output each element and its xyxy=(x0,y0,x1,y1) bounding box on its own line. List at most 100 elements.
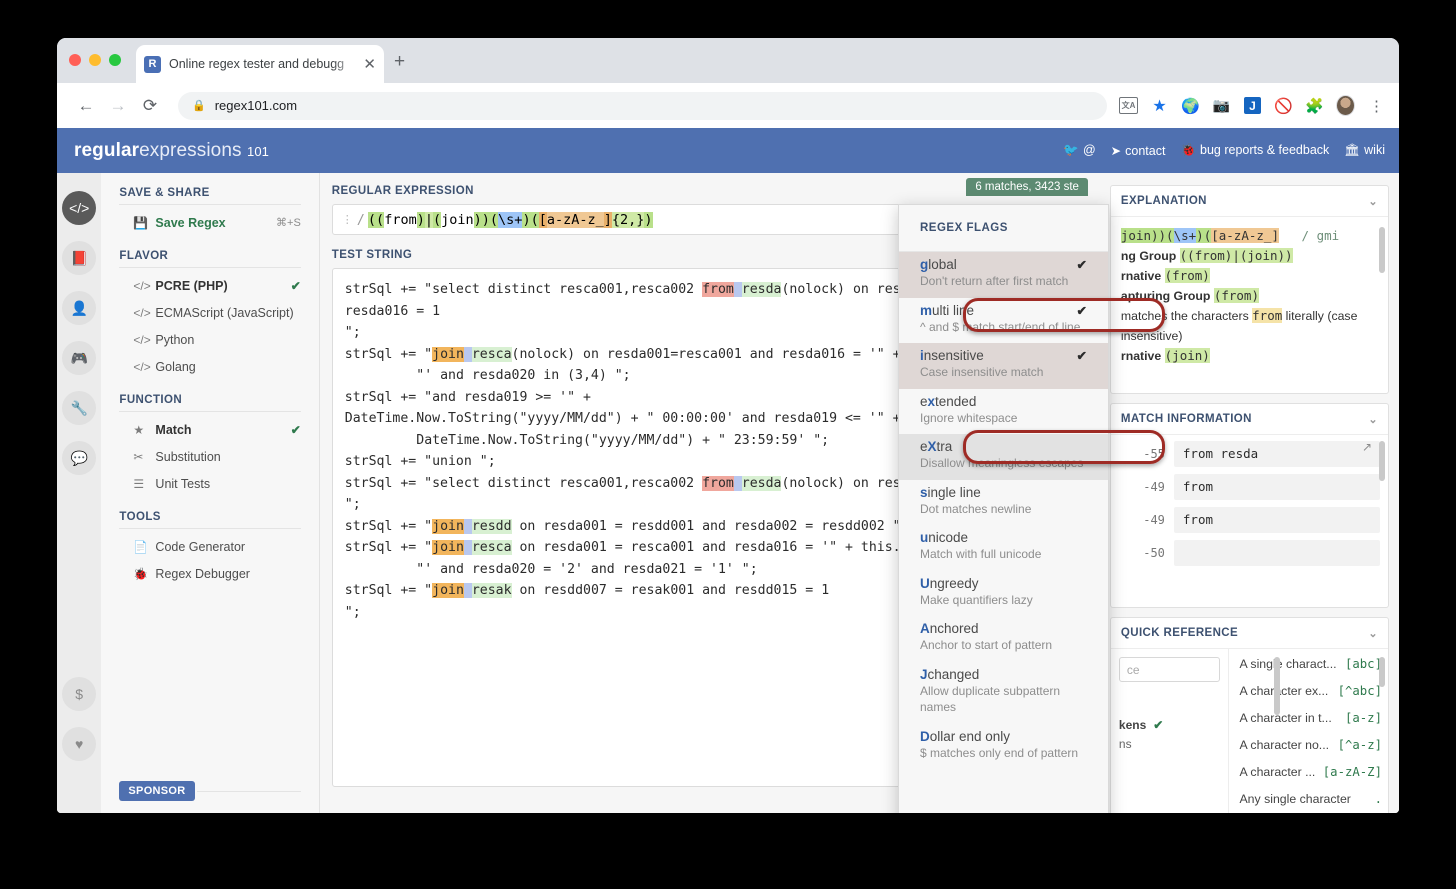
code-icon[interactable]: </> xyxy=(62,191,97,225)
close-window-button[interactable] xyxy=(69,54,81,66)
profile-avatar[interactable] xyxy=(1336,95,1355,116)
flag-name-prefix: e xyxy=(920,439,928,454)
nav-contact[interactable]: ➤ contact xyxy=(1111,143,1166,158)
match-highlight: join xyxy=(432,518,464,534)
chevron-down-icon[interactable]: ⌄ xyxy=(1368,195,1378,208)
quick-reference-option-tokens[interactable]: kens ✔ xyxy=(1119,718,1221,732)
export-matches-icon[interactable]: ↗ xyxy=(1362,440,1372,454)
bookmark-star-icon[interactable]: ★ xyxy=(1150,96,1169,115)
camera-extension-icon[interactable]: 📷 xyxy=(1212,96,1231,115)
back-button[interactable]: ← xyxy=(70,96,102,116)
flag-key: m xyxy=(920,302,933,318)
explanation-header[interactable]: EXPLANATION ⌄ xyxy=(1110,186,1388,217)
function-item-substitution[interactable]: ✂ Substitution xyxy=(119,443,300,470)
floppy-icon: 💾 xyxy=(133,215,149,230)
site-logo[interactable]: regularexpressions 101 xyxy=(74,140,269,162)
flag-key: X xyxy=(927,439,937,454)
flag-option-multi-line[interactable]: m ulti line ✔ ^ and $ match start/end of li… xyxy=(899,298,1108,344)
quick-reference-row[interactable]: A character no... [^a-z] xyxy=(1239,738,1382,765)
flag-option-extra[interactable]: e Xtra Disallow meaningless escapes xyxy=(899,434,1108,480)
flag-option-dollar-end-only[interactable]: Dollar end only $ matches only end of pat… xyxy=(899,724,1108,770)
flag-option-single-line[interactable]: s ingle line Dot matches newline xyxy=(899,480,1108,526)
test-text: strSql += " xyxy=(344,518,433,534)
quick-reference-row[interactable]: Any single character. xyxy=(1239,792,1382,813)
flavor-item-golang[interactable]: </> Golang xyxy=(119,353,300,380)
quick-reference-token: [^a-z] xyxy=(1337,738,1382,752)
flag-description: Disallow meaningless escapes xyxy=(920,456,1084,470)
tool-item-regex-debugger[interactable]: 🐞 Regex Debugger xyxy=(119,560,300,587)
flag-description: Anchor to start of pattern xyxy=(920,638,1053,652)
flag-option-jchanged[interactable]: Jchanged Allow duplicate subpattern names xyxy=(899,662,1108,724)
lock-icon: 🔒 xyxy=(192,100,206,112)
quick-reference-row[interactable]: A character in t... [a-z] xyxy=(1239,711,1382,738)
flag-description: Allow duplicate subpattern names xyxy=(920,683,1061,715)
match-row[interactable]: -55 from resda xyxy=(1119,441,1380,467)
nav-twitter[interactable]: 🐦 @ xyxy=(1063,143,1095,158)
bug-icon: 🐞 xyxy=(1180,143,1197,157)
function-item-unit-tests[interactable]: ☰ Unit Tests xyxy=(119,470,300,497)
chevron-down-icon[interactable]: ⌄ xyxy=(1368,627,1378,640)
code-icon: </> xyxy=(133,332,151,347)
flavor-item-ecmascript[interactable]: </> ECMAScript (JavaScript) xyxy=(119,299,300,326)
heart-icon[interactable]: ♥ xyxy=(62,727,97,761)
globe-extension-icon[interactable]: 🌍 xyxy=(1181,96,1200,115)
maximize-window-button[interactable] xyxy=(109,54,121,66)
chevron-down-icon[interactable]: ⌄ xyxy=(1368,413,1378,426)
minimize-window-button[interactable] xyxy=(89,54,101,66)
flag-option-ungreedy[interactable]: Ungreedy Make quantifiers lazy xyxy=(899,571,1108,617)
wrench-icon[interactable]: 🔧 xyxy=(62,391,97,425)
close-tab-icon[interactable]: ✕ xyxy=(363,57,376,72)
match-row[interactable]: -50 xyxy=(1119,540,1380,566)
tool-item-code-generator[interactable]: 📄 Code Generator xyxy=(119,533,300,560)
match-highlight: from xyxy=(702,475,734,491)
chat-icon[interactable]: 💬 xyxy=(62,441,97,475)
nav-bug-reports[interactable]: 🐞 bug reports & feedback xyxy=(1180,143,1329,158)
j-extension-icon[interactable]: J xyxy=(1243,96,1262,115)
save-shortcut: ⌘+S xyxy=(276,217,301,229)
quick-reference-row[interactable]: A single charact... [abc] xyxy=(1239,657,1382,684)
match-information-header[interactable]: MATCH INFORMATION ⌄ xyxy=(1110,404,1388,435)
explanation-scrollbar[interactable] xyxy=(1379,227,1385,273)
nav-wiki[interactable]: 🏛 wiki xyxy=(1344,143,1385,158)
browser-tab[interactable]: R Online regex tester and debugg ✕ xyxy=(136,45,384,83)
flag-option-anchored[interactable]: Anchored Anchor to start of pattern xyxy=(899,616,1108,662)
reload-button[interactable]: ⟳ xyxy=(134,96,166,116)
match-row[interactable]: -49 from xyxy=(1119,507,1380,533)
donate-icon[interactable]: $ xyxy=(62,677,97,711)
match-row[interactable]: -49 from xyxy=(1119,474,1380,500)
quick-reference-left-scrollbar[interactable] xyxy=(1274,657,1280,715)
flag-option-global[interactable]: g lobal ✔ Don't return after first match xyxy=(899,252,1108,298)
desktop-background: R Online regex tester and debugg ✕ + ← →… xyxy=(0,0,1456,889)
save-regex-button[interactable]: 💾 Save Regex ⌘+S xyxy=(119,209,300,236)
new-tab-button[interactable]: + xyxy=(394,52,405,71)
match-info-scrollbar[interactable] xyxy=(1379,441,1385,481)
translate-icon[interactable]: 文A xyxy=(1119,96,1138,115)
quick-reference-option-secondary[interactable]: ns xyxy=(1119,737,1221,751)
flag-option-extended[interactable]: e x tended Ignore whitespace xyxy=(899,389,1108,435)
flag-option-unicode[interactable]: u nicode Match with full unicode xyxy=(899,525,1108,571)
quick-reference-row[interactable]: A character ex... [^abc] xyxy=(1239,684,1382,711)
scissors-icon: ✂ xyxy=(133,449,144,464)
quick-reference-header[interactable]: QUICK REFERENCE ⌄ xyxy=(1110,618,1388,649)
puzzle-extensions-icon[interactable]: 🧩 xyxy=(1305,96,1324,115)
quick-reference-scrollbar[interactable] xyxy=(1379,657,1385,687)
gamepad-icon[interactable]: 🎮 xyxy=(62,341,97,375)
window-traffic-lights[interactable] xyxy=(69,54,121,66)
library-icon[interactable]: 📕 xyxy=(62,241,97,275)
match-highlight: join xyxy=(432,583,464,598)
account-icon[interactable]: 👤 xyxy=(62,291,97,325)
function-item-match[interactable]: ★ Match ✔ xyxy=(119,416,300,443)
flag-option-insensitive[interactable]: i nsensitive ✔ Case insensitive match xyxy=(899,343,1108,389)
forward-button[interactable]: → xyxy=(102,96,134,116)
flavor-item-pcre[interactable]: </> PCRE (PHP) ✔ xyxy=(119,272,300,299)
chrome-menu-icon[interactable]: ⋮ xyxy=(1367,96,1386,115)
sponsor-badge[interactable]: SPONSOR xyxy=(119,781,195,801)
regex-flags-dropdown[interactable]: REGEX FLAGS g lobal ✔ Don't return after fi… xyxy=(898,204,1109,813)
blocker-extension-icon[interactable]: 🚫 xyxy=(1274,96,1293,115)
drag-handle-icon[interactable]: ⋮ xyxy=(342,213,353,226)
address-bar[interactable]: 🔒 regex101.com xyxy=(178,91,1107,120)
match-highlight: resak xyxy=(471,583,512,598)
quick-reference-row[interactable]: A character ... [a-zA-Z] xyxy=(1239,765,1382,792)
quick-reference-search-input[interactable]: ce xyxy=(1118,657,1221,682)
flavor-item-python[interactable]: </> Python xyxy=(119,326,300,353)
